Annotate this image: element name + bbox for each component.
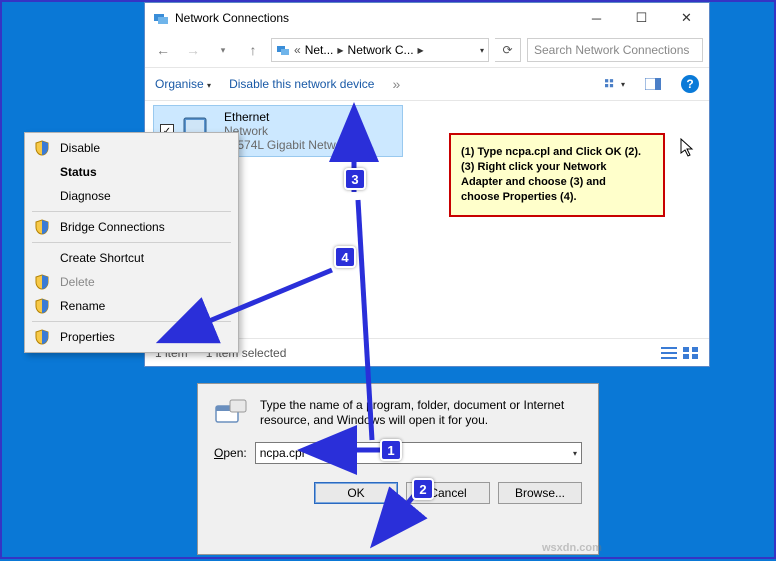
- anno-3: 3: [344, 168, 366, 190]
- anno-4: 4: [334, 246, 356, 268]
- anno-2: 2: [412, 478, 434, 500]
- anno-1: 1: [380, 439, 402, 461]
- annotation-arrows: [2, 2, 776, 561]
